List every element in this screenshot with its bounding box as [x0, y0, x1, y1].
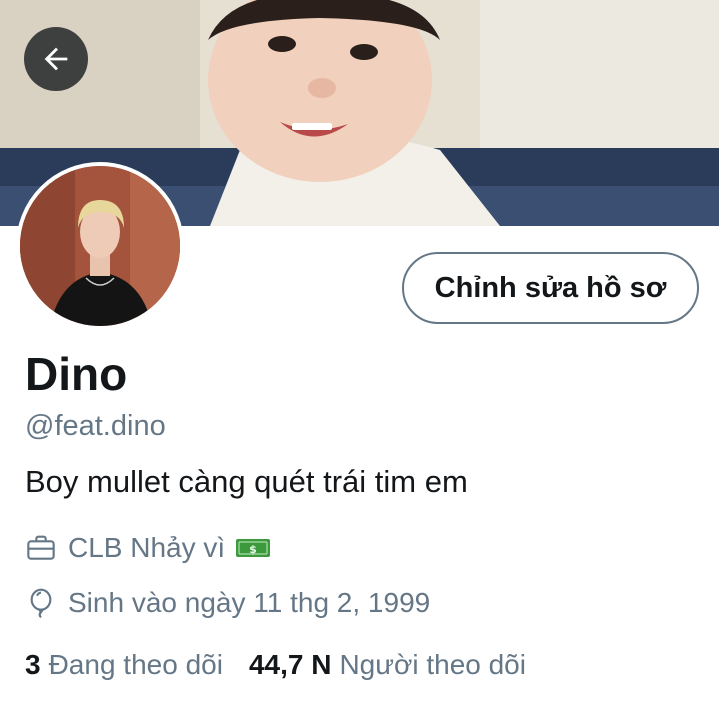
followers-count: 44,7 N	[248, 649, 332, 680]
svg-text:$: $	[249, 543, 257, 556]
work-text: CLB Nhảy vì	[68, 532, 226, 563]
birthday-info: Sinh vào ngày 11 thg 2, 1999	[25, 585, 430, 621]
back-arrow-icon	[44, 47, 68, 71]
following-link[interactable]: 3 Đang theo dõi	[25, 647, 223, 683]
back-button[interactable]	[24, 27, 88, 91]
followers-link[interactable]: 44,7 N Người theo dõi	[249, 647, 526, 683]
birthday-text: Sinh vào ngày 11 thg 2, 1999	[68, 587, 431, 618]
profile-bio: Boy mullet càng quét trái tim em	[25, 464, 468, 499]
edit-profile-button[interactable]: Chỉnh sửa hồ sơ	[402, 252, 699, 324]
work-info: CLB Nhảy vì $	[25, 530, 271, 566]
profile-name: Dino	[25, 348, 128, 400]
following-count: 3	[25, 649, 41, 680]
followers-label: Người theo dõi	[339, 649, 526, 680]
avatar-photo	[20, 166, 180, 326]
following-label: Đang theo dõi	[48, 649, 223, 680]
balloon-icon	[25, 587, 57, 619]
money-banknote-icon: $	[235, 536, 271, 560]
follow-stats: 3 Đang theo dõi 44,7 N Người theo dõi	[25, 647, 526, 683]
profile-handle: @feat.dino	[25, 410, 166, 442]
briefcase-icon	[25, 532, 57, 564]
avatar[interactable]	[16, 162, 184, 330]
